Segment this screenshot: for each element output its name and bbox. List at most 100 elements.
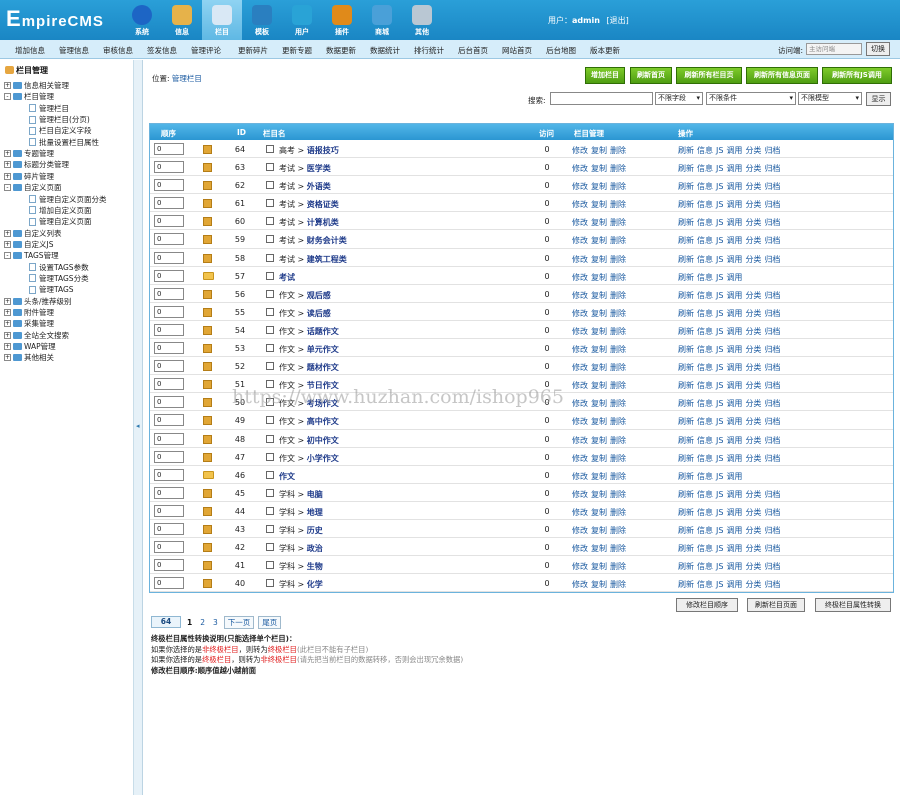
op-link[interactable]: 刷新 [678,255,694,264]
sidebar-item[interactable]: 增加自定义页面 [29,205,92,216]
nav-folder[interactable]: 栏目 [202,0,242,40]
sidebar-item[interactable]: + 采集管理 [4,318,54,329]
order-input[interactable]: 0 [154,161,184,174]
op-link[interactable]: 信息 [697,562,713,571]
parent-column-link[interactable]: 学科 [279,544,295,553]
op-link[interactable]: 刷新 [678,562,694,571]
parent-column-link[interactable]: 考试 [279,164,295,173]
op-link[interactable]: 调用 [726,236,742,245]
manage-link[interactable]: 复制 [591,236,607,245]
manage-link[interactable]: 复制 [591,562,607,571]
manage-link[interactable]: 复制 [591,454,607,463]
row-checkbox[interactable] [266,488,274,497]
column-name-link[interactable]: 财务会计类 [307,236,347,245]
sidebar-item[interactable]: - TAGS管理 [4,250,59,261]
row-checkbox[interactable] [266,398,274,407]
row-checkbox[interactable] [266,470,274,479]
op-link[interactable]: 归档 [764,399,780,408]
column-name-link[interactable]: 医学类 [307,164,331,173]
column-name-link[interactable]: 考试 [279,273,295,282]
op-link[interactable]: 分类 [745,454,761,463]
manage-link[interactable]: 修改 [572,146,588,155]
order-input[interactable]: 0 [154,396,184,409]
manage-link[interactable]: 复制 [591,436,607,445]
op-link[interactable]: 刷新 [678,544,694,553]
manage-link[interactable]: 删除 [610,255,626,264]
op-link[interactable]: JS [716,580,723,589]
op-link[interactable]: JS [716,291,723,300]
column-name-link[interactable]: 计算机类 [307,218,339,227]
manage-link[interactable]: 删除 [610,508,626,517]
logout-link[interactable]: [退出] [606,16,628,25]
manage-link[interactable]: 复制 [591,417,607,426]
row-checkbox[interactable] [266,561,274,570]
op-link[interactable]: 调用 [726,580,742,589]
parent-column-link[interactable]: 学科 [279,526,295,535]
order-input[interactable]: 0 [154,541,184,554]
manage-link[interactable]: 删除 [610,454,626,463]
manage-link[interactable]: 修改 [572,327,588,336]
column-name-link[interactable]: 题材作文 [307,363,339,372]
op-link[interactable]: 分类 [745,526,761,535]
sidebar-item[interactable]: 管理自定义页面分类 [29,194,107,205]
op-link[interactable]: JS [716,562,723,571]
op-link[interactable]: 刷新 [678,526,694,535]
collapse-icon[interactable]: - [4,252,11,260]
manage-link[interactable]: 删除 [610,327,626,336]
op-link[interactable]: 调用 [726,273,742,282]
op-link[interactable]: 信息 [697,454,713,463]
op-link[interactable]: 归档 [764,381,780,390]
op-link[interactable]: 分类 [745,200,761,209]
parent-column-link[interactable]: 作文 [279,291,295,300]
op-link[interactable]: 信息 [697,472,713,481]
op-link[interactable]: 刷新 [678,580,694,589]
manage-link[interactable]: 复制 [591,291,607,300]
manage-link[interactable]: 删除 [610,146,626,155]
row-checkbox[interactable] [266,362,274,371]
op-link[interactable]: JS [716,417,723,426]
op-link[interactable]: JS [716,146,723,155]
row-checkbox[interactable] [266,325,274,334]
order-input[interactable]: 0 [154,486,184,499]
op-link[interactable]: 归档 [764,291,780,300]
manage-link[interactable]: 删除 [610,472,626,481]
manage-link[interactable]: 修改 [572,454,588,463]
op-link[interactable]: 信息 [697,363,713,372]
op-link[interactable]: 信息 [697,399,713,408]
sidebar-item[interactable]: + 自定义列表 [4,228,62,239]
column-name-link[interactable]: 电脑 [307,490,323,499]
op-link[interactable]: 分类 [745,436,761,445]
expand-icon[interactable]: + [4,354,11,362]
manage-link[interactable]: 复制 [591,472,607,481]
op-link[interactable]: JS [716,200,723,209]
menu-item[interactable]: 版本更新 [590,45,620,56]
manage-link[interactable]: 复制 [591,182,607,191]
order-input[interactable]: 0 [154,323,184,336]
op-link[interactable]: 归档 [764,218,780,227]
op-link[interactable]: 调用 [726,399,742,408]
add-column-button[interactable]: 增加栏目 [585,67,625,84]
sidebar-item[interactable]: + 信息相关管理 [4,80,69,91]
manage-link[interactable]: 删除 [610,164,626,173]
row-checkbox[interactable] [266,235,274,244]
op-link[interactable]: JS [716,182,723,191]
column-name-link[interactable]: 政治 [307,544,323,553]
manage-link[interactable]: 删除 [610,490,626,499]
expand-icon[interactable]: + [4,320,11,328]
manage-link[interactable]: 修改 [572,381,588,390]
refresh-home-button[interactable]: 刷新首页 [630,67,672,84]
order-input[interactable]: 0 [154,179,184,192]
expand-icon[interactable]: + [4,309,11,316]
op-link[interactable]: 刷新 [678,273,694,282]
op-link[interactable]: 调用 [726,490,742,499]
manage-link[interactable]: 删除 [610,182,626,191]
search-input[interactable] [550,92,653,105]
row-checkbox[interactable] [266,253,274,262]
manage-link[interactable]: 复制 [591,345,607,354]
op-link[interactable]: 刷新 [678,436,694,445]
op-link[interactable]: 分类 [745,417,761,426]
op-link[interactable]: 信息 [697,218,713,227]
column-name-link[interactable]: 资格证类 [307,200,339,209]
row-checkbox[interactable] [266,452,274,461]
menu-item[interactable]: 签发信息 [147,45,177,56]
